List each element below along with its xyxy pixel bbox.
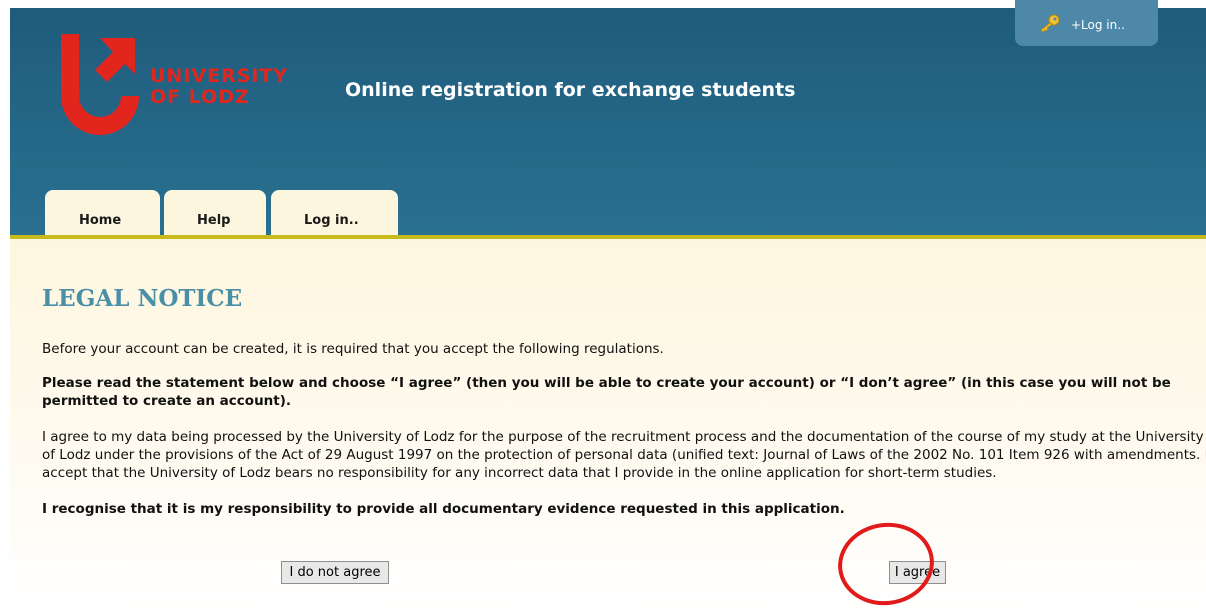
page-title: LEGAL NOTICE: [42, 285, 243, 312]
main-content: LEGAL NOTICE Before your account can be …: [10, 239, 1206, 612]
site-title: Online registration for exchange student…: [345, 79, 796, 101]
tab-help-label: Help: [197, 213, 231, 228]
university-name: UNIVERSITY OF LODZ: [150, 66, 288, 108]
disagree-button[interactable]: I do not agree: [281, 561, 389, 584]
intro-text: Before your account can be created, it i…: [42, 341, 664, 357]
responsibility-text: I recognise that it is my responsibility…: [42, 501, 845, 517]
consent-statement: I agree to my data being processed by th…: [42, 429, 1206, 481]
tab-home-label: Home: [79, 213, 122, 228]
university-logo[interactable]: [55, 24, 145, 146]
top-login-link[interactable]: +Log in..: [1015, 0, 1158, 46]
top-login-label: +Log in..: [1071, 18, 1125, 32]
logo-line-1: UNIVERSITY: [150, 65, 289, 87]
university-logo-icon: [61, 34, 139, 135]
tab-home[interactable]: Home: [45, 190, 160, 235]
tab-log-in-label: Log in..: [304, 213, 359, 228]
instruction-text: Please read the statement below and choo…: [42, 375, 1171, 409]
tab-help[interactable]: Help: [164, 190, 266, 235]
logo-line-2: OF LODZ: [150, 86, 250, 108]
site-header: UNIVERSITY OF LODZ Online registration f…: [10, 0, 1206, 235]
tab-log-in[interactable]: Log in..: [271, 190, 398, 235]
key-icon: [1039, 14, 1061, 35]
